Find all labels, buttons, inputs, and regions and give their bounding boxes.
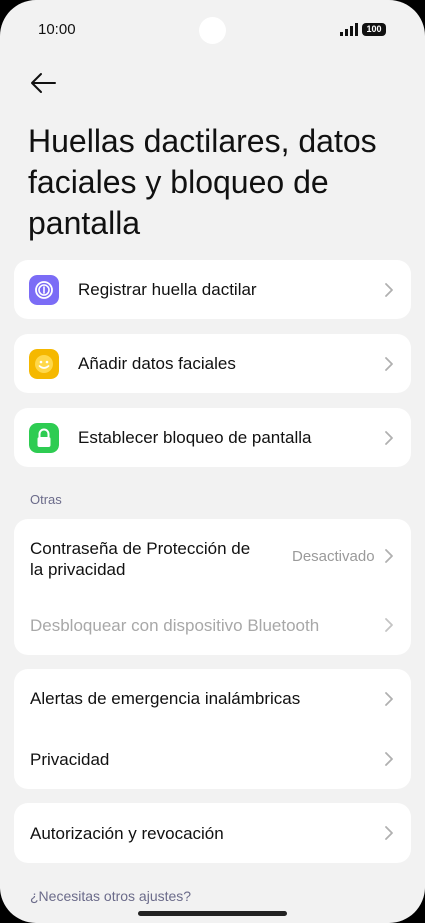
bluetooth-unlock-label: Desbloquear con dispositivo Bluetooth [30,616,320,635]
home-indicator[interactable] [138,911,287,916]
status-time: 10:00 [38,21,76,38]
card-alerts: Alertas de emergencia inalámbricas Priva… [14,669,411,789]
authorization-label: Autorización y revocación [30,824,224,843]
emergency-alerts-label: Alertas de emergencia inalámbricas [30,689,301,708]
face-icon [29,349,59,379]
row-privacy[interactable]: Privacidad [14,729,411,789]
section-header-other: Otras [30,492,62,507]
row-privacy-password[interactable]: Contraseña de Protección de la privacida… [14,519,411,595]
privacy-password-status: Desactivado [292,548,375,565]
lock-icon [29,423,59,453]
chevron-right-icon [385,357,393,371]
page-title: Huellas dactilares, datos faciales y blo… [28,123,377,241]
privacy-password-label-line2: la privacidad [30,560,126,579]
chevron-right-icon [385,752,393,766]
chevron-right-icon [385,692,393,706]
row-register-fingerprint[interactable]: Registrar huella dactilar [14,260,411,319]
battery-icon: 100 [362,23,386,36]
row-authorization[interactable]: Autorización y revocación [14,803,411,863]
chevron-right-icon [385,283,393,297]
row-register-fingerprint-label: Registrar huella dactilar [78,280,257,299]
card-lock: Establecer bloqueo de pantalla [14,408,411,467]
row-emergency-alerts[interactable]: Alertas de emergencia inalámbricas [14,669,411,729]
front-camera [199,17,226,44]
row-bluetooth-unlock: Desbloquear con dispositivo Bluetooth [14,595,411,655]
chevron-right-icon [385,826,393,840]
card-face: Añadir datos faciales [14,334,411,393]
card-other: Contraseña de Protección de la privacida… [14,519,411,655]
card-authorization: Autorización y revocación [14,803,411,863]
battery-level: 100 [366,24,382,34]
chevron-right-icon [385,549,393,563]
chevron-right-icon [385,431,393,445]
row-screen-lock-label: Establecer bloqueo de pantalla [78,428,312,447]
fingerprint-icon [29,275,59,305]
status-bar: 10:00 100 [0,0,425,60]
chevron-right-icon [385,618,393,632]
settings-screen: 10:00 100 Huellas dactilares, datos faci… [0,0,425,923]
row-add-face-data-label: Añadir datos faciales [78,354,236,373]
privacy-password-label-line1: Contraseña de Protección de [30,539,251,558]
back-arrow-icon[interactable] [29,70,57,96]
signal-icon [340,23,358,36]
card-fingerprint: Registrar huella dactilar [14,260,411,319]
privacy-label: Privacidad [30,750,110,769]
row-screen-lock[interactable]: Establecer bloqueo de pantalla [14,408,411,467]
other-settings-link[interactable]: ¿Necesitas otros ajustes? [30,888,191,904]
row-add-face-data[interactable]: Añadir datos faciales [14,334,411,393]
